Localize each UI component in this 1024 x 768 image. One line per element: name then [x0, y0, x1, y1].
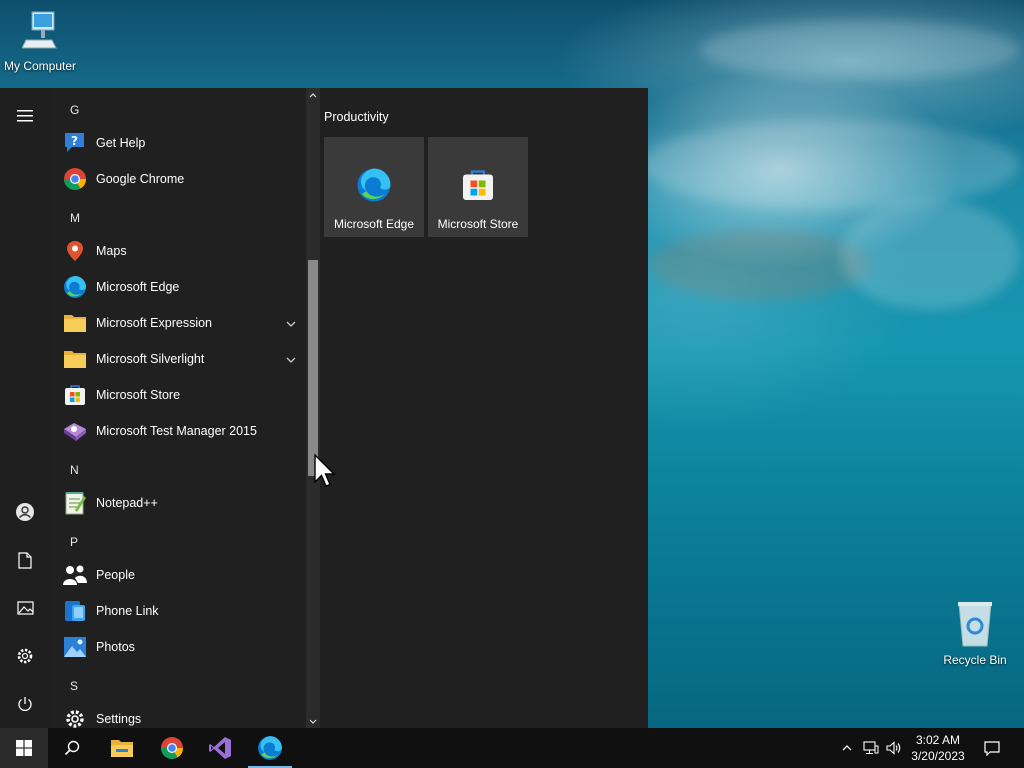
tile-microsoft-store[interactable]: Microsoft Store — [428, 137, 528, 237]
app-get-help[interactable]: ? Get Help — [62, 126, 302, 160]
power-icon — [18, 697, 32, 711]
app-people[interactable]: People — [62, 558, 302, 592]
app-list: G ? Get Help Google Chrome M Maps Micros… — [50, 88, 306, 728]
desktop-icon-label: My Computer — [3, 59, 77, 73]
app-microsoft-test-manager-2015[interactable]: Microsoft Test Manager 2015 — [62, 414, 302, 448]
scrollbar-thumb[interactable] — [308, 260, 318, 476]
network-icon — [863, 741, 879, 754]
tile-label: Microsoft Store — [437, 217, 519, 231]
app-settings[interactable]: Settings — [62, 702, 302, 728]
letter-header-m[interactable]: M — [70, 211, 80, 225]
pictures-icon — [16, 601, 34, 615]
chevron-down-icon — [309, 719, 317, 724]
expand-menu-button[interactable] — [0, 96, 50, 136]
taskbar-microsoft-edge[interactable] — [246, 728, 294, 768]
taskbar: 3:02 AM 3/20/2023 — [0, 728, 1024, 768]
desktop-icon-my-computer[interactable]: My Computer — [0, 10, 80, 73]
power-button[interactable] — [0, 684, 50, 724]
notepad-plus-plus-icon — [62, 490, 88, 516]
test-manager-icon — [62, 418, 88, 444]
svg-text:?: ? — [71, 134, 78, 148]
app-microsoft-silverlight[interactable]: Microsoft Silverlight — [62, 342, 302, 376]
app-microsoft-edge[interactable]: Microsoft Edge — [62, 270, 302, 304]
user-icon — [16, 503, 34, 521]
store-icon — [62, 382, 88, 408]
chevron-down-icon[interactable] — [286, 352, 296, 366]
desktop-icon-recycle-bin[interactable]: Recycle Bin — [935, 600, 1015, 667]
my-computer-icon — [21, 11, 57, 49]
maps-icon — [62, 238, 88, 264]
recycle-bin-icon — [958, 602, 992, 647]
letter-header-p[interactable]: P — [70, 535, 78, 549]
volume-button[interactable] — [884, 728, 904, 768]
chrome-icon — [62, 166, 88, 192]
app-photos[interactable]: Photos — [62, 630, 302, 664]
edge-icon — [258, 736, 282, 760]
tile-label: Microsoft Edge — [333, 217, 415, 231]
taskbar-google-chrome[interactable] — [148, 728, 196, 768]
documents-button[interactable] — [0, 540, 50, 580]
volume-icon — [886, 741, 901, 755]
tile-group-title[interactable]: Productivity — [324, 110, 389, 124]
settings-button[interactable] — [0, 636, 50, 676]
app-notepad-plus-plus[interactable]: Notepad++ — [62, 486, 302, 520]
settings-icon — [17, 648, 33, 664]
folder-icon — [62, 346, 88, 372]
search-button[interactable] — [48, 728, 96, 768]
chrome-icon — [161, 737, 183, 759]
clock-time: 3:02 AM — [915, 733, 961, 747]
user-account-button[interactable] — [0, 492, 50, 532]
edge-icon — [62, 274, 88, 300]
mouse-cursor-icon — [314, 454, 336, 487]
taskbar-visual-studio[interactable] — [196, 728, 244, 768]
show-hidden-icons-button[interactable] — [838, 728, 856, 768]
start-menu: G ? Get Help Google Chrome M Maps Micros… — [0, 88, 648, 728]
notification-icon — [984, 740, 1000, 756]
store-icon — [463, 170, 493, 200]
chevron-up-icon — [309, 92, 317, 97]
windows-start-icon — [16, 740, 32, 756]
phone-link-icon — [62, 598, 88, 624]
photos-icon — [62, 634, 88, 660]
start-button[interactable] — [0, 728, 48, 768]
desktop-icon-label: Recycle Bin — [943, 653, 1007, 667]
action-center-button[interactable] — [978, 728, 1006, 768]
app-maps[interactable]: Maps — [62, 234, 302, 268]
taskbar-clock[interactable]: 3:02 AM 3/20/2023 — [904, 732, 972, 764]
pictures-button[interactable] — [0, 588, 50, 628]
taskbar-file-explorer[interactable] — [98, 728, 146, 768]
people-icon — [62, 562, 88, 588]
app-microsoft-expression[interactable]: Microsoft Expression — [62, 306, 302, 340]
file-explorer-icon — [111, 740, 133, 757]
app-microsoft-store[interactable]: Microsoft Store — [62, 378, 302, 412]
settings-icon — [62, 706, 88, 728]
chevron-up-icon — [842, 745, 852, 751]
clock-date: 3/20/2023 — [911, 749, 965, 763]
letter-header-n[interactable]: N — [70, 463, 79, 477]
get-help-icon: ? — [62, 130, 88, 156]
documents-icon — [18, 551, 32, 569]
chevron-down-icon[interactable] — [286, 316, 296, 330]
letter-header-g[interactable]: G — [70, 103, 79, 117]
app-google-chrome[interactable]: Google Chrome — [62, 162, 302, 196]
tiles-area: Productivity Microsoft Edge Microsoft St… — [320, 88, 648, 728]
network-button[interactable] — [860, 728, 882, 768]
start-rail — [0, 88, 50, 728]
search-icon — [64, 740, 80, 756]
folder-icon — [62, 310, 88, 336]
tile-microsoft-edge[interactable]: Microsoft Edge — [324, 137, 424, 237]
scroll-up-button[interactable] — [306, 88, 320, 102]
letter-header-s[interactable]: S — [70, 679, 78, 693]
scroll-down-button[interactable] — [306, 714, 320, 728]
app-phone-link[interactable]: Phone Link — [62, 594, 302, 628]
edge-icon — [357, 168, 391, 202]
visual-studio-icon — [209, 737, 231, 759]
menu-icon — [17, 110, 33, 122]
